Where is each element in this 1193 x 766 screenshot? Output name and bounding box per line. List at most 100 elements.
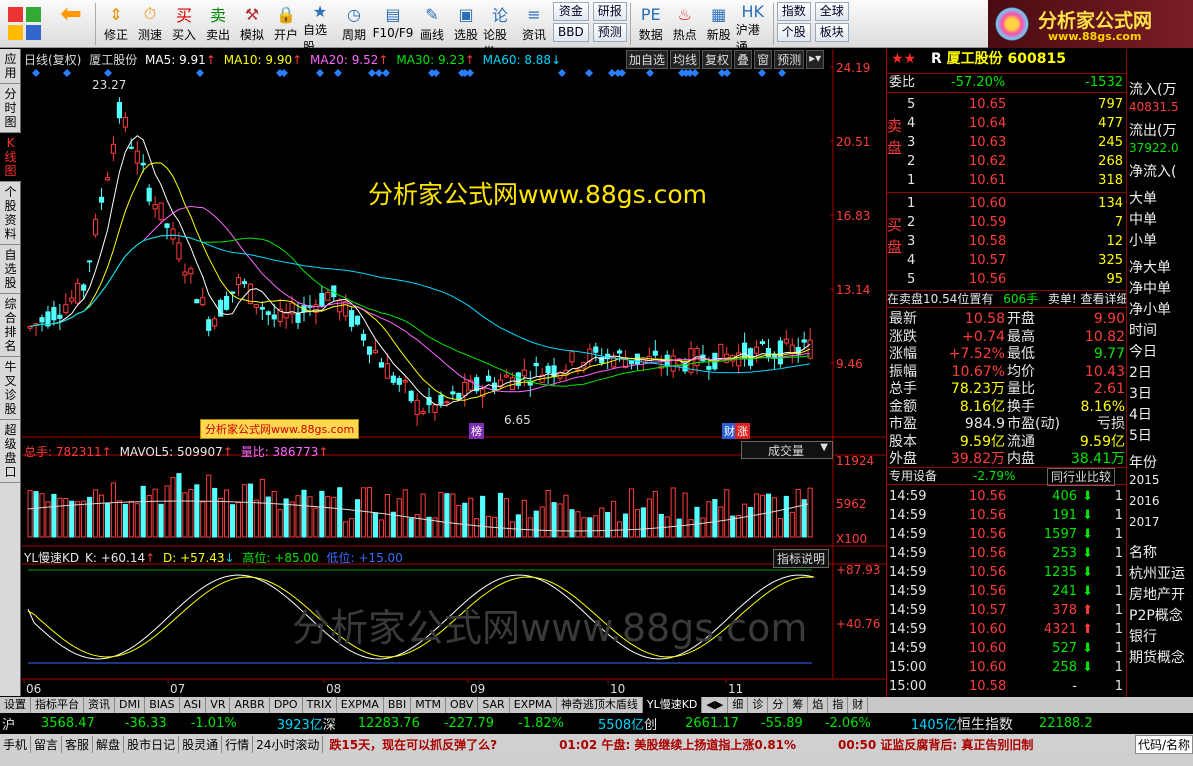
sh-label[interactable]: 沪	[2, 714, 15, 733]
indicator-tab[interactable]: YL慢速KD	[642, 697, 703, 713]
bid-row[interactable]: 4 10.57 325	[907, 251, 1125, 270]
bid-row[interactable]: 3 10.58 12	[907, 232, 1125, 251]
indicator-tab[interactable]: BIAS	[145, 697, 180, 713]
toolbar-button-hammer[interactable]: ⚒ 模拟	[235, 0, 269, 46]
bid-row[interactable]: 5 10.56 95	[907, 270, 1125, 289]
indicator-tab[interactable]: 财	[848, 697, 869, 713]
ma-line-button[interactable]: 均线	[670, 50, 701, 69]
indicator-tab[interactable]: DMI	[115, 697, 146, 713]
toolbar-button-chat[interactable]: 论论股堂	[483, 0, 517, 59]
indicator-tab[interactable]: 资讯	[84, 697, 115, 713]
news-ticker-3[interactable]: 00:50 证监反腐背后: 真正告别旧制	[832, 736, 1039, 753]
status-item[interactable]: 客服	[62, 735, 94, 753]
ask-row[interactable]: 1 10.61 318	[907, 171, 1125, 190]
toolbar-button-stopwatch[interactable]: ⏱ 测速	[133, 0, 167, 46]
bid-row[interactable]: 1 10.60 134	[907, 194, 1125, 213]
forecast-button[interactable]: 预测	[592, 23, 627, 42]
research-report-button[interactable]: 研报	[592, 2, 627, 21]
toolbar-button-up-arrow[interactable]: ⇕ 修正	[99, 0, 133, 46]
status-item[interactable]: 手机	[0, 735, 32, 753]
indicator-tab[interactable]: OBV	[446, 697, 479, 713]
indicator-tab[interactable]: ASI	[180, 697, 207, 713]
left-tab-0[interactable]: 应用	[0, 49, 21, 84]
cy-label[interactable]: 创	[644, 714, 657, 733]
add-favorite-button[interactable]: 加自选	[626, 50, 669, 69]
status-item[interactable]: 行情	[222, 735, 254, 753]
fund-button[interactable]: 资金	[553, 2, 589, 21]
adjust-button[interactable]: 复权	[702, 50, 733, 69]
industry-compare-button[interactable]: 同行业比较	[1047, 468, 1116, 486]
star-icon[interactable]: ★★	[891, 51, 916, 67]
global-button[interactable]: 全球	[814, 2, 849, 21]
overlay-button[interactable]: 叠	[734, 50, 753, 69]
forecast-chart-button[interactable]: 预测	[774, 50, 805, 69]
left-tab-5[interactable]: 综合排名	[0, 294, 21, 357]
indicator-tab[interactable]: TRIX	[303, 697, 337, 713]
indicator-tab[interactable]: 焰	[808, 697, 829, 713]
indicator-help-button[interactable]: 指标说明	[773, 549, 830, 568]
indicator-tab[interactable]: ARBR	[230, 697, 270, 713]
indicator-tab[interactable]: SAR	[478, 697, 510, 713]
indicator-tab[interactable]: 细	[728, 697, 749, 713]
toolbar-button-fire[interactable]: ♨ 热点	[668, 0, 702, 46]
indicator-tab[interactable]: 分	[768, 697, 789, 713]
status-item[interactable]: 留言	[31, 735, 63, 753]
tag-zhang[interactable]: 涨	[735, 423, 750, 439]
left-tab-2[interactable]: K线图	[0, 133, 21, 182]
toolbar-button-monitor[interactable]: ▣ 选股	[449, 0, 483, 46]
indicator-tab[interactable]: 指	[828, 697, 849, 713]
toolbar-button-star[interactable]: ★ 自选股	[303, 0, 337, 54]
sector-button[interactable]: 板块	[814, 23, 849, 42]
indicator-tab[interactable]: EXPMA	[337, 697, 384, 713]
status-item[interactable]: 股灵通	[179, 735, 223, 753]
toolbar-button-pen[interactable]: ✎ 画线	[415, 0, 449, 46]
indicator-tab[interactable]: 筹	[788, 697, 809, 713]
toolbar-button-new[interactable]: ▦ 新股	[702, 0, 736, 46]
indicator-tab[interactable]: 指标平台	[31, 697, 84, 713]
status-item[interactable]: 股市日记	[124, 735, 180, 753]
toolbar-button-hk[interactable]: HK 沪港通	[736, 0, 770, 54]
window-button[interactable]: 窗	[754, 50, 773, 69]
news-ticker-1[interactable]: 跌15天，现在可以抓反弹了么?	[323, 736, 503, 753]
indicator-tab[interactable]: 诊	[748, 697, 769, 713]
indicator-tab[interactable]: BBI	[384, 697, 412, 713]
sz-label[interactable]: 深	[323, 714, 336, 733]
left-tab-6[interactable]: 牛叉诊股	[0, 357, 21, 420]
status-item[interactable]: 解盘	[93, 735, 125, 753]
indicator-tab[interactable]: 设置	[0, 697, 31, 713]
indicator-tab[interactable]: EXPMA	[510, 697, 557, 713]
left-tab-4[interactable]: 自选股	[0, 245, 21, 294]
bbd-button[interactable]: BBD	[553, 23, 589, 42]
toolbar-button-f10[interactable]: ▤ F10/F9	[371, 0, 415, 46]
left-tab-3[interactable]: 个股资料	[0, 182, 21, 245]
indicator-tab[interactable]: MTM	[411, 697, 446, 713]
index-button[interactable]: 指数	[776, 2, 811, 21]
large-order-notice[interactable]: 在卖盘10.54位置有 606手 卖单! 查看详细	[887, 290, 1129, 308]
expand-icon[interactable]: ▸▾	[806, 50, 825, 69]
left-tab-1[interactable]: 分时图	[0, 84, 21, 133]
stock-button[interactable]: 个股	[776, 23, 811, 42]
toolbar-button-sell[interactable]: 卖卖出	[201, 0, 235, 46]
ask-row[interactable]: 4 10.64 477	[907, 114, 1125, 133]
news-ticker-2[interactable]: 01:02 午盘: 美股继续上扬道指上涨0.81%	[553, 736, 802, 753]
ask-row[interactable]: 5 10.65 797	[907, 95, 1125, 114]
volume-dropdown[interactable]: 成交量 ▼	[741, 441, 833, 459]
toolbar-button-news[interactable]: ≡ 资讯	[517, 0, 551, 46]
bid-row[interactable]: 2 10.59 7	[907, 213, 1125, 232]
toolbar-button-clock[interactable]: ◷ 周期	[337, 0, 371, 46]
indicator-tab[interactable]: VR	[206, 697, 231, 713]
kline-chart-area[interactable]: 24.19 20.51 16.83 13.14 9.46 23.27 6.65 11924 59…	[22, 49, 886, 697]
status-item[interactable]: 24小时滚动	[253, 735, 324, 753]
app-logo-icon[interactable]	[2, 1, 48, 47]
hs-label[interactable]: 恒生指数	[957, 714, 1013, 734]
ask-row[interactable]: 3 10.63 245	[907, 133, 1125, 152]
ask-row[interactable]: 2 10.62 268	[907, 152, 1125, 171]
left-tab-7[interactable]: 超级盘口	[0, 420, 21, 483]
toolbar-button-buy[interactable]: 买买入	[167, 0, 201, 46]
tag-bang[interactable]: 榜	[469, 423, 484, 439]
code-search-box[interactable]: 代码/名称	[1134, 734, 1193, 754]
indicator-tab[interactable]: DPO	[270, 697, 303, 713]
indicator-tab[interactable]: 神奇逃顶木盾线	[557, 697, 643, 713]
back-button[interactable]: ⬅	[50, 0, 92, 46]
toolbar-button-lock[interactable]: 🔒 开户	[269, 0, 303, 46]
